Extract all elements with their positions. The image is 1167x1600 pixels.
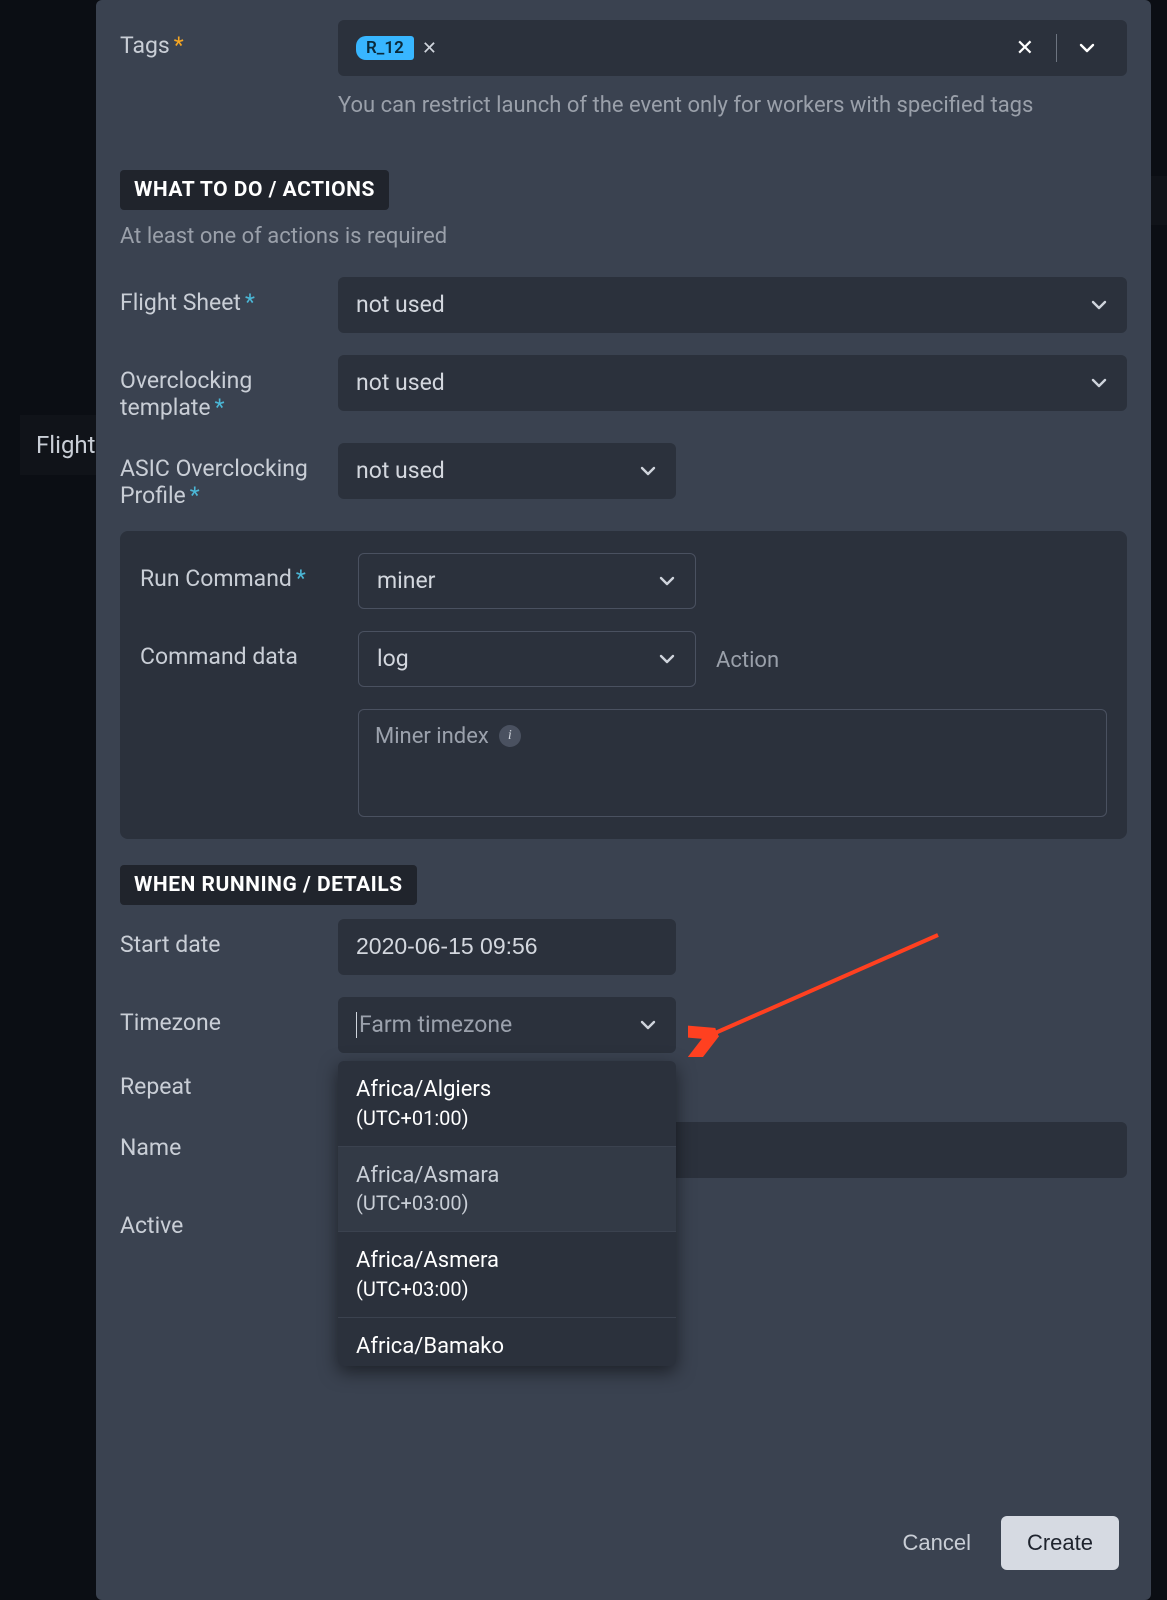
overclocking-template-label: Overclocking template* [120, 355, 338, 421]
timezone-dropdown[interactable]: Africa/Algiers (UTC+01:00) Africa/Asmara… [338, 1061, 676, 1366]
info-icon[interactable]: i [499, 725, 521, 747]
tags-row: Tags* R_12 ✕ ✕ You can restrict launch o… [120, 20, 1127, 122]
timezone-option[interactable]: Africa/Bamako [338, 1317, 676, 1366]
action-label: Action [716, 644, 779, 673]
chevron-down-icon [1089, 295, 1109, 315]
required-marker: * [245, 289, 255, 316]
overclocking-template-select[interactable]: not used [338, 355, 1127, 411]
chevron-down-icon[interactable] [1065, 38, 1109, 58]
name-label: Name [120, 1122, 338, 1161]
details-section-title: WHEN RUNNING / DETAILS [120, 865, 417, 905]
command-data-row: Command data log Action [140, 631, 1107, 687]
chevron-down-icon [1089, 373, 1109, 393]
run-command-select[interactable]: miner [358, 553, 696, 609]
command-data-select[interactable]: log [358, 631, 696, 687]
actions-section-subtitle: At least one of actions is required [120, 224, 1127, 249]
chevron-down-icon [657, 649, 677, 669]
required-marker: * [215, 394, 225, 421]
tags-label: Tags* [120, 20, 338, 59]
timezone-label: Timezone [120, 997, 338, 1036]
tag-chip[interactable]: R_12 [356, 36, 414, 60]
cancel-button[interactable]: Cancel [902, 1530, 970, 1556]
timezone-row: Timezone Farm timezone Africa/Algiers (U… [120, 997, 1127, 1053]
miner-index-row: Miner index i [140, 709, 1107, 817]
timezone-option[interactable]: Africa/Algiers (UTC+01:00) [338, 1061, 676, 1146]
divider [1056, 34, 1057, 62]
chevron-down-icon [638, 461, 658, 481]
flight-sheet-label: Flight Sheet* [120, 277, 338, 316]
event-modal: Tags* R_12 ✕ ✕ You can restrict launch o… [96, 0, 1151, 1600]
miner-index-input[interactable]: Miner index i [358, 709, 1107, 817]
active-label: Active [120, 1200, 338, 1239]
overclocking-template-row: Overclocking template* not used [120, 355, 1127, 421]
flight-sheet-select[interactable]: not used [338, 277, 1127, 333]
asic-overclocking-row: ASIC Overclocking Profile* not used [120, 443, 1127, 509]
modal-footer: Cancel Create [120, 1496, 1127, 1576]
chevron-down-icon [638, 1015, 658, 1035]
chevron-down-icon [657, 571, 677, 591]
timezone-option[interactable]: Africa/Asmara (UTC+03:00) [338, 1146, 676, 1232]
tags-helper: You can restrict launch of the event onl… [338, 90, 1127, 122]
create-button[interactable]: Create [1001, 1516, 1119, 1570]
asic-overclocking-select[interactable]: not used [338, 443, 676, 499]
actions-section-title: WHAT TO DO / ACTIONS [120, 170, 389, 210]
asic-overclocking-label: ASIC Overclocking Profile* [120, 443, 338, 509]
timezone-select[interactable]: Farm timezone [338, 997, 676, 1053]
repeat-label: Repeat [120, 1061, 338, 1100]
command-panel: Run Command* miner Command data log [120, 531, 1127, 839]
start-date-input[interactable] [338, 919, 676, 975]
required-marker: * [190, 482, 200, 509]
start-date-label: Start date [120, 919, 338, 958]
run-command-row: Run Command* miner [140, 553, 1107, 609]
command-data-label: Command data [140, 631, 358, 670]
timezone-option[interactable]: Africa/Asmera (UTC+03:00) [338, 1231, 676, 1317]
flight-sheet-row: Flight Sheet* not used [120, 277, 1127, 333]
tag-remove-icon[interactable]: ✕ [422, 38, 437, 59]
run-command-label: Run Command* [140, 553, 358, 592]
required-marker: * [174, 32, 184, 59]
start-date-row: Start date [120, 919, 1127, 975]
miner-index-placeholder: Miner index [375, 724, 489, 749]
timezone-placeholder: Farm timezone [359, 1011, 512, 1038]
tags-input[interactable]: R_12 ✕ ✕ [338, 20, 1127, 76]
required-marker: * [296, 565, 306, 592]
tags-clear-icon[interactable]: ✕ [1002, 36, 1048, 61]
